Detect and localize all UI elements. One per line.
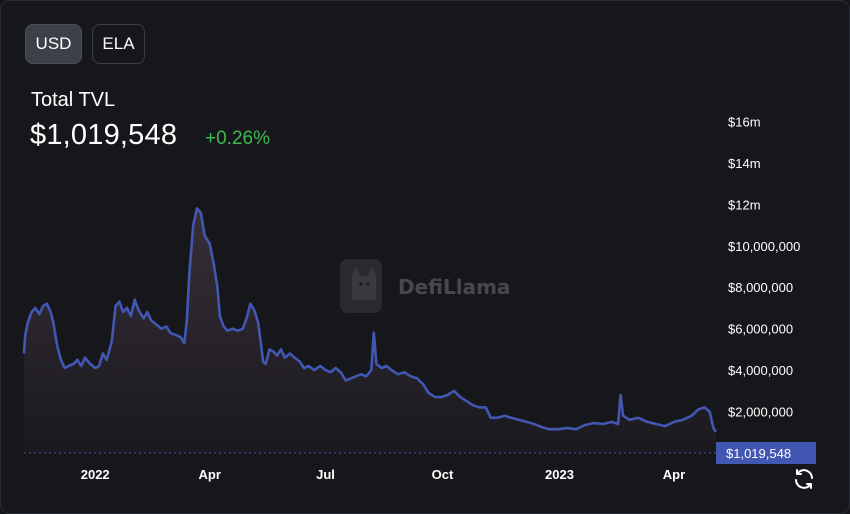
x-tick-label: Jul [316,467,335,482]
refresh-icon[interactable] [791,466,817,492]
y-tick-label: $2,000,000 [728,405,793,420]
y-tick-label: $10,000,000 [728,239,800,254]
y-tick-label: $14m [728,156,761,171]
defillama-watermark: DefiLlama [340,259,510,313]
tvl-area-chart[interactable]: DefiLlama $2,000,000 $4,000,000 $6,000,000… [0,0,850,514]
x-tick-label: Apr [199,467,221,482]
x-tick-label: 2023 [545,467,574,482]
watermark-text: DefiLlama [398,275,510,299]
y-tick-label: $16m [728,114,761,129]
y-tick-label: $8,000,000 [728,280,793,295]
x-tick-label: 2022 [81,467,110,482]
y-tick-label: $4,000,000 [728,363,793,378]
current-value-label: $1,019,548 [726,446,791,461]
x-tick-label: Apr [663,467,685,482]
y-tick-label: $12m [728,197,761,212]
x-tick-label: Oct [432,467,454,482]
llama-logo-icon [340,259,382,313]
y-tick-label: $6,000,000 [728,322,793,337]
tvl-area-fill [24,208,716,453]
